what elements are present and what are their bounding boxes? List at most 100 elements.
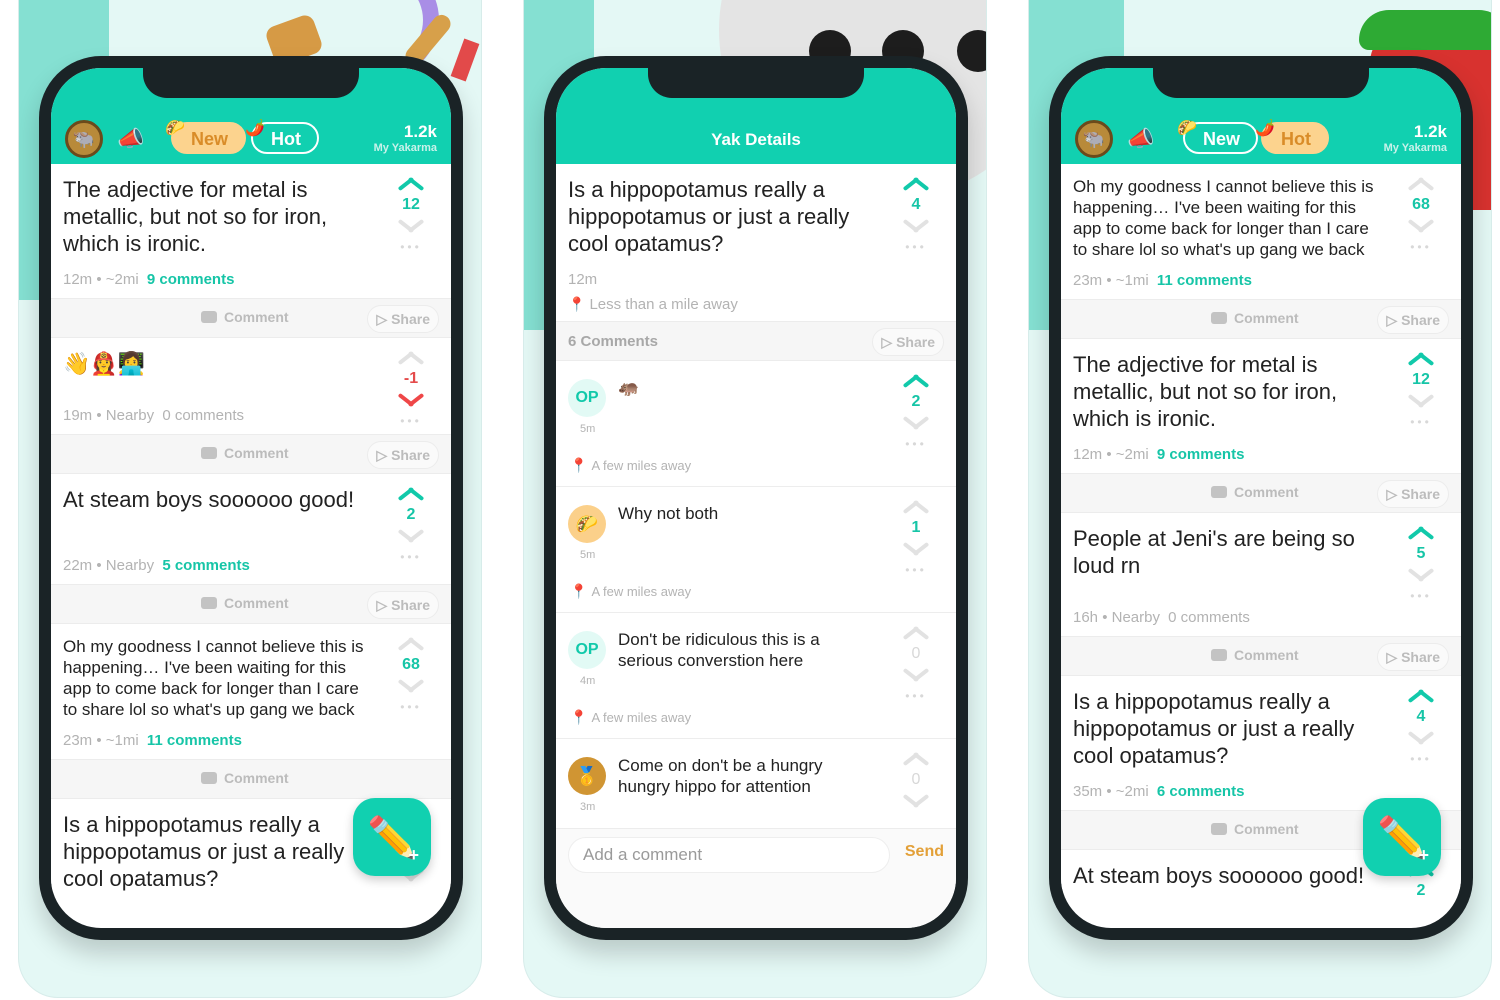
vote-control: 0 ••• <box>896 625 936 703</box>
more-options-icon[interactable]: ••• <box>896 437 936 451</box>
tab-hot[interactable]: 🌶️ Hot <box>1255 120 1329 154</box>
post-distance: ~2mi <box>105 271 139 288</box>
upvote-icon[interactable] <box>902 625 930 639</box>
feed-post[interactable]: At steam boys soooooo good! 22m • Nearby… <box>51 474 451 584</box>
comment-button[interactable]: Comment <box>201 770 289 786</box>
upvote-icon[interactable] <box>902 373 930 387</box>
megaphone-icon[interactable]: 📣 <box>1127 126 1154 152</box>
downvote-icon[interactable] <box>902 541 930 555</box>
share-button[interactable]: ▷ Share <box>367 305 439 333</box>
plus-icon: + <box>1418 845 1429 865</box>
comments-link[interactable]: 0 comments <box>162 407 244 424</box>
post-distance: ~2mi <box>1115 783 1149 800</box>
chili-pepper-icon: 🌶️ <box>245 120 265 137</box>
tab-new[interactable]: 🌮 New <box>165 120 247 154</box>
yak-face-icon[interactable]: 🐃 <box>65 120 103 158</box>
yak-detail: Is a hippopotamus really a hippopotamus … <box>556 164 956 865</box>
share-wrapper: ▷ Share <box>836 322 956 360</box>
more-options-icon[interactable]: ••• <box>1401 589 1441 603</box>
comments-link[interactable]: 0 comments <box>1168 609 1250 626</box>
downvote-icon[interactable] <box>397 528 425 542</box>
more-options-icon[interactable]: ••• <box>391 550 431 564</box>
screenshot-panel-new-feed: 🐃 📣 🌮 New 🌶️ Hot 1.2k My Yakarma The adj… <box>18 0 482 998</box>
yakarma-counter[interactable]: 1.2k My Yakarma <box>1384 122 1447 154</box>
upvote-icon[interactable] <box>397 486 425 500</box>
more-options-icon[interactable]: ••• <box>391 240 431 254</box>
downvote-icon[interactable] <box>902 415 930 429</box>
tab-new[interactable]: 🌮 New <box>1177 120 1259 154</box>
upvote-icon[interactable] <box>902 176 930 190</box>
comments-link[interactable]: 9 comments <box>1157 446 1245 463</box>
vote-control: 68 ••• <box>1401 176 1441 254</box>
downvote-icon[interactable] <box>902 218 930 232</box>
downvote-icon[interactable] <box>1407 393 1435 407</box>
send-button[interactable]: Send <box>905 843 944 861</box>
share-button[interactable]: ▷ Share <box>1377 480 1449 508</box>
downvote-icon[interactable] <box>902 793 930 807</box>
downvote-icon[interactable] <box>397 218 425 232</box>
downvote-icon[interactable] <box>397 678 425 692</box>
feed-post[interactable]: Oh my goodness I cannot believe this is … <box>51 624 451 759</box>
vote-count: 12 <box>402 196 420 213</box>
comment-button[interactable]: Comment <box>201 445 289 461</box>
comments-link[interactable]: 11 comments <box>147 732 242 749</box>
more-options-icon[interactable]: ••• <box>391 700 431 714</box>
more-options-icon[interactable]: ••• <box>1401 752 1441 766</box>
more-options-icon[interactable]: ••• <box>1401 240 1441 254</box>
feed-post[interactable]: The adjective for metal is metallic, but… <box>51 164 451 298</box>
comment-button[interactable]: Comment <box>1211 310 1299 326</box>
comments-link[interactable]: 11 comments <box>1157 272 1252 289</box>
comments-link[interactable]: 5 comments <box>162 557 250 574</box>
phone-screen: 🐃 📣 🌮 New 🌶️ Hot 1.2k My Yakarma <box>51 68 451 928</box>
share-button[interactable]: ▷ Share <box>367 441 439 469</box>
feed-post[interactable]: 👋👩‍🚒👩‍💻 19m • Nearby 0 comments -1 ••• <box>51 338 451 434</box>
vote-control: 0 <box>896 751 936 807</box>
upvote-icon[interactable] <box>1407 351 1435 365</box>
downvote-icon[interactable] <box>1407 730 1435 744</box>
yakarma-counter[interactable]: 1.2k My Yakarma <box>374 122 437 154</box>
megaphone-icon[interactable]: 📣 <box>117 126 144 152</box>
downvote-icon[interactable] <box>1407 567 1435 581</box>
comment-button[interactable]: Comment <box>1211 647 1299 663</box>
add-comment-input[interactable]: Add a comment <box>568 837 890 873</box>
upvote-icon[interactable] <box>902 499 930 513</box>
feed-post[interactable]: Oh my goodness I cannot believe this is … <box>1061 164 1461 299</box>
comment-button[interactable]: Comment <box>201 309 289 325</box>
more-options-icon[interactable]: ••• <box>896 240 936 254</box>
downvote-icon[interactable] <box>1407 218 1435 232</box>
comments-link[interactable]: 6 comments <box>1157 783 1245 800</box>
feed-post[interactable]: Is a hippopotamus really a hippopotamus … <box>1061 676 1461 810</box>
upvote-icon[interactable] <box>1407 525 1435 539</box>
share-button[interactable]: ▷ Share <box>872 328 944 356</box>
comment-item: 🌮 5m Why not both 📍 A few miles away 1 ••… <box>556 487 956 613</box>
comment-button[interactable]: Comment <box>201 595 289 611</box>
more-options-icon[interactable]: ••• <box>896 563 936 577</box>
yak-face-icon[interactable]: 🐃 <box>1075 120 1113 158</box>
more-options-icon[interactable]: ••• <box>391 414 431 428</box>
share-button[interactable]: ▷ Share <box>367 591 439 619</box>
upvote-icon[interactable] <box>397 350 425 364</box>
tab-hot[interactable]: 🌶️ Hot <box>245 120 319 154</box>
upvote-icon[interactable] <box>902 751 930 765</box>
upvote-icon[interactable] <box>397 176 425 190</box>
post-text: 👋👩‍🚒👩‍💻 <box>63 351 146 376</box>
post-meta: 12m • ~2mi 9 comments <box>63 271 235 288</box>
upvote-icon[interactable] <box>1407 688 1435 702</box>
feed-post[interactable]: People at Jeni's are being so loud rn 16… <box>1061 513 1461 636</box>
compose-post-button[interactable]: ✏️ + <box>353 798 431 876</box>
share-button[interactable]: ▷ Share <box>1377 643 1449 671</box>
upvote-icon[interactable] <box>1407 176 1435 190</box>
downvote-icon[interactable] <box>902 667 930 681</box>
upvote-icon[interactable] <box>397 636 425 650</box>
share-button[interactable]: ▷ Share <box>1377 306 1449 334</box>
comment-button[interactable]: Comment <box>1211 821 1299 837</box>
more-options-icon[interactable]: ••• <box>1401 415 1441 429</box>
comment-button[interactable]: Comment <box>1211 484 1299 500</box>
post-distance: Nearby <box>105 407 155 424</box>
downvote-icon[interactable] <box>397 392 425 406</box>
feed-post[interactable]: The adjective for metal is metallic, but… <box>1061 339 1461 473</box>
comments-link[interactable]: 9 comments <box>147 271 235 288</box>
more-options-icon[interactable]: ••• <box>896 689 936 703</box>
compose-post-button[interactable]: ✏️ + <box>1363 798 1441 876</box>
post-distance: Nearby <box>1111 609 1160 626</box>
